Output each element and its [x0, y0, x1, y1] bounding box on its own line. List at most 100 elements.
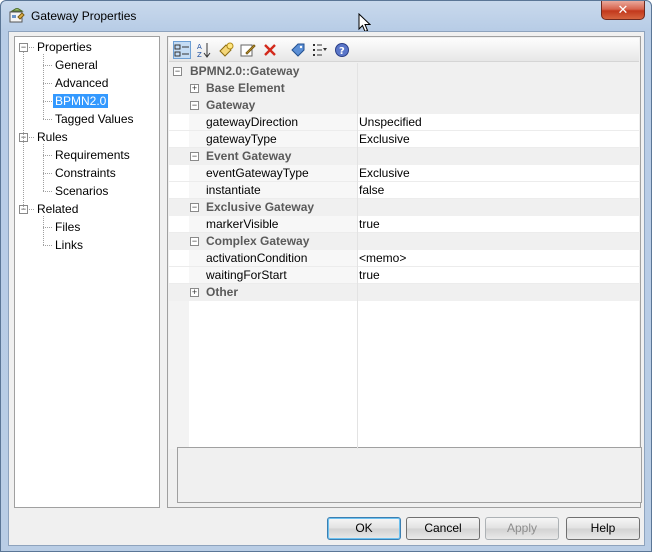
filter-list-button[interactable] [311, 41, 329, 59]
property-name: gatewayDirection [206, 115, 299, 129]
property-name: gatewayType [206, 132, 277, 146]
delete-icon [264, 44, 276, 56]
categorized-view-button[interactable] [173, 41, 191, 59]
tree-connector [43, 191, 52, 192]
property-row-gatewaytype[interactable]: gatewayType Exclusive [169, 131, 639, 148]
section-exclusive-gateway[interactable]: − Exclusive Gateway [169, 199, 639, 216]
collapse-icon[interactable]: − [190, 203, 199, 212]
property-name: instantiate [206, 183, 261, 197]
filter-list-icon [313, 44, 327, 56]
dialog-client-area: − Properties General Advanced BPMN2.0 Tagged … [8, 31, 645, 546]
tree-item-requirements[interactable]: Requirements [53, 146, 132, 164]
tree-connector [43, 65, 52, 66]
collapse-icon[interactable]: − [190, 237, 199, 246]
section-complex-gateway[interactable]: − Complex Gateway [169, 233, 639, 250]
tree-connector [43, 245, 52, 246]
tree-spine [23, 52, 24, 209]
tree-item-label: Tagged Values [55, 112, 134, 126]
property-value[interactable]: false [359, 182, 384, 199]
section-label: Other [206, 285, 239, 299]
tree-group-line [43, 144, 44, 191]
property-value[interactable]: <memo> [359, 250, 406, 267]
expand-icon[interactable]: + [190, 288, 199, 297]
expand-icon[interactable]: + [190, 84, 199, 93]
section-label: Event Gateway [206, 149, 292, 163]
section-event-gateway[interactable]: − Event Gateway [169, 148, 639, 165]
tree-item-tagged-values[interactable]: Tagged Values [53, 110, 136, 128]
tree-connector [43, 119, 52, 120]
tree-item-scenarios[interactable]: Scenarios [53, 182, 110, 200]
grid-root-row[interactable]: − BPMN2.0::Gateway [169, 63, 639, 80]
root-label: BPMN2.0::Gateway [190, 64, 300, 78]
section-base-element[interactable]: + Base Element [169, 80, 639, 97]
tree-item-general[interactable]: General [53, 56, 100, 74]
tree-item-related[interactable]: Related [35, 200, 80, 218]
sort-alpha-icon: A Z [197, 43, 211, 59]
tree-item-links[interactable]: Links [53, 236, 85, 254]
mouse-cursor-icon [358, 13, 371, 33]
tree-item-bpmn2-0[interactable]: BPMN2.0 [53, 92, 109, 110]
property-value[interactable]: true [359, 216, 380, 233]
tree-item-constraints[interactable]: Constraints [53, 164, 118, 182]
section-label: Gateway [206, 98, 256, 112]
tree-item-advanced[interactable]: Advanced [53, 74, 110, 92]
ok-button[interactable]: OK [327, 517, 401, 540]
help-button-toolbar[interactable]: ? [333, 41, 351, 59]
new-tag-icon [219, 42, 234, 57]
gateway-properties-window: Gateway Properties ✕ − Properties General A… [0, 0, 652, 552]
column-separator[interactable] [357, 63, 358, 449]
tree-group-line [43, 216, 44, 245]
property-row-markervisible[interactable]: markerVisible true [169, 216, 639, 233]
help-icon: ? [335, 43, 349, 57]
edit-button[interactable] [239, 41, 257, 59]
tree-connector [29, 137, 34, 138]
tree-collapse-icon[interactable]: − [19, 43, 28, 52]
collapse-icon[interactable]: − [173, 67, 182, 76]
property-value[interactable]: Exclusive [359, 165, 410, 182]
new-tag-button[interactable] [217, 41, 235, 59]
help-button[interactable]: Help [566, 517, 640, 540]
property-row-instantiate[interactable]: instantiate false [169, 182, 639, 199]
title-bar[interactable]: Gateway Properties ✕ [1, 1, 651, 31]
delete-button[interactable] [261, 41, 279, 59]
property-grid[interactable]: − BPMN2.0::Gateway + Base Element − Gateway ga… [169, 63, 639, 449]
tree-item-label: Scenarios [55, 184, 109, 198]
section-gateway[interactable]: − Gateway [169, 97, 639, 114]
collapse-icon[interactable]: − [190, 152, 199, 161]
tree-item-label: Files [55, 220, 81, 234]
tree-item-label: Advanced [55, 76, 109, 90]
tree-item-files[interactable]: Files [53, 218, 82, 236]
section-other[interactable]: + Other [169, 284, 639, 301]
tree-item-label: Links [55, 238, 84, 252]
property-row-gatewaydirection[interactable]: gatewayDirection Unspecified [169, 114, 639, 131]
tag-button[interactable] [289, 41, 307, 59]
sort-alpha-button[interactable]: A Z [195, 41, 213, 59]
edit-icon [240, 44, 256, 57]
property-name: markerVisible [206, 217, 279, 231]
close-button[interactable]: ✕ [601, 1, 645, 20]
property-row-waitingforstart[interactable]: waitingForStart true [169, 267, 639, 284]
property-value[interactable]: true [359, 267, 380, 284]
tree-connector [29, 209, 34, 210]
description-area [177, 447, 642, 503]
tree-item-label: Rules [37, 130, 68, 144]
tree-item-rules[interactable]: Rules [35, 128, 70, 146]
apply-button[interactable]: Apply [485, 517, 559, 540]
tree-connector [43, 101, 52, 102]
property-panel: A Z ? − BPMN2.0::Gateway + Base Element … [167, 36, 642, 508]
property-value[interactable]: Exclusive [359, 131, 410, 148]
cancel-button[interactable]: Cancel [406, 517, 480, 540]
tree-connector [43, 83, 52, 84]
categorized-view-icon [174, 44, 189, 57]
tree-item-label: General [55, 58, 98, 72]
tree-item-label: BPMN2.0 [53, 94, 109, 108]
tree-item-label: Constraints [55, 166, 116, 180]
property-row-eventgatewaytype[interactable]: eventGatewayType Exclusive [169, 165, 639, 182]
tree-item-label: Related [37, 202, 79, 216]
property-tree[interactable]: − Properties General Advanced BPMN2.0 Tagged … [14, 36, 160, 508]
svg-text:?: ? [339, 46, 345, 57]
tree-connector [43, 173, 52, 174]
property-row-activationcondition[interactable]: activationCondition <memo> [169, 250, 639, 267]
collapse-icon[interactable]: − [190, 101, 199, 110]
property-value[interactable]: Unspecified [359, 114, 422, 131]
